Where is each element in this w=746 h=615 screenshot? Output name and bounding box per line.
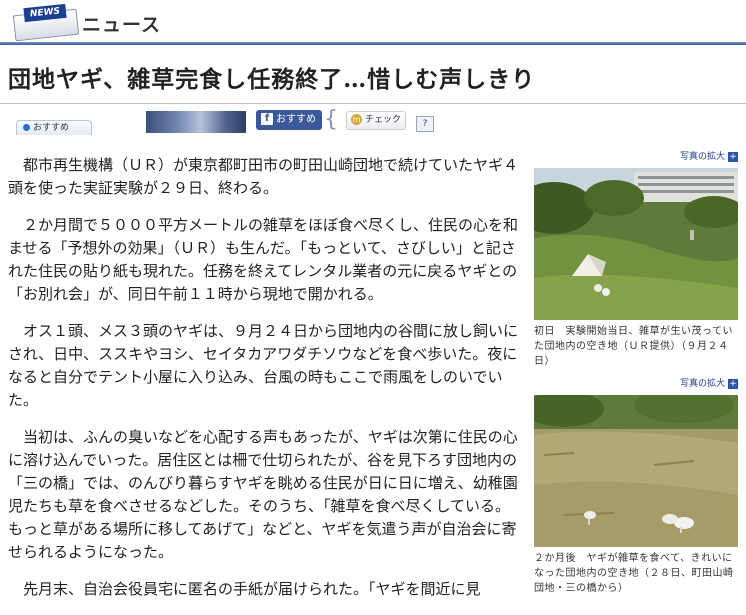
header-divider [0, 42, 746, 45]
mixi-button-label: チェック [365, 115, 402, 125]
article-headline: 団地ヤギ、雑草完食し任務終了…惜しむ声しきり [8, 66, 536, 93]
photo-sidebar: 写真の拡大 + 初日 実験開始当日、雑草が生い茂っていた団地内の空き地（ＵＲ提供… [534, 150, 738, 596]
plus-icon: + [728, 151, 738, 162]
enlarge-photo-link[interactable]: 写真の拡大 + [534, 377, 738, 391]
facebook-icon: f [261, 113, 273, 125]
help-button[interactable]: ? [416, 116, 434, 132]
article-photo-two-months[interactable] [534, 395, 738, 547]
article-paragraph: 都市再生機構（ＵＲ）が東京都町田市の町田山崎団地で続けていたヤギ４頭を使った実証… [8, 156, 519, 197]
photo-block: 写真の拡大 + ２か月後 ヤギが雑草を食べて、きれいになった団地内の空き地（２８日… [534, 377, 738, 596]
section-header: NEWS ニュース [0, 0, 746, 45]
enlarge-label: 写真の拡大 [679, 152, 725, 162]
recommend-tab-label: おすすめ [33, 123, 70, 133]
count-bubble-icon: { [324, 107, 338, 132]
section-title: ニュース [82, 14, 162, 36]
article-paragraph: 先月末、自治会役員宅に匿名の手紙が届けられた。「ヤギを間近に見 [23, 580, 481, 598]
article-photo-day-one[interactable] [534, 168, 738, 320]
article-paragraph: ２か月間で５０００平方メートルの雑草をほぼ食べ尽くし、住民の心を和ませる「予想外… [8, 216, 519, 303]
bullet-icon [23, 124, 30, 131]
newspaper-icon: NEWS [8, 3, 80, 42]
article-body: 都市再生機構（ＵＲ）が東京都町田市の町田山崎団地で続けていたヤギ４頭を使った実証… [8, 154, 520, 615]
headline-divider [0, 103, 746, 104]
article-paragraph: オス１頭、メス３頭のヤギは、９月２４日から団地内の谷間に放し飼いにされ、日中、ス… [8, 322, 519, 409]
plus-icon: + [728, 378, 738, 389]
enlarge-photo-link[interactable]: 写真の拡大 + [534, 150, 738, 164]
photo-block: 写真の拡大 + 初日 実験開始当日、雑草が生い茂っていた団地内の空き地（ＵＲ提供… [534, 150, 738, 369]
banner-thumbnail[interactable] [146, 111, 246, 133]
recommend-tab[interactable]: おすすめ [16, 120, 92, 135]
enlarge-label: 写真の拡大 [679, 379, 725, 389]
photo-caption: ２か月後 ヤギが雑草を食べて、きれいになった団地内の空き地（２８日、町田山崎団地… [534, 553, 734, 594]
social-bar: おすすめ f おすすめ { m チェック ? [0, 107, 746, 135]
mixi-check-button[interactable]: m チェック [346, 111, 406, 130]
facebook-button-label: おすすめ [276, 114, 316, 125]
facebook-recommend-button[interactable]: f おすすめ [256, 110, 322, 130]
article-paragraph: 当初は、ふんの臭いなどを心配する声もあったが、ヤギは次第に住民の心に溶け込んでい… [8, 428, 518, 561]
mixi-icon: m [351, 114, 362, 125]
photo-caption: 初日 実験開始当日、雑草が生い茂っていた団地内の空き地（ＵＲ提供）（９月２４日） [534, 326, 733, 367]
